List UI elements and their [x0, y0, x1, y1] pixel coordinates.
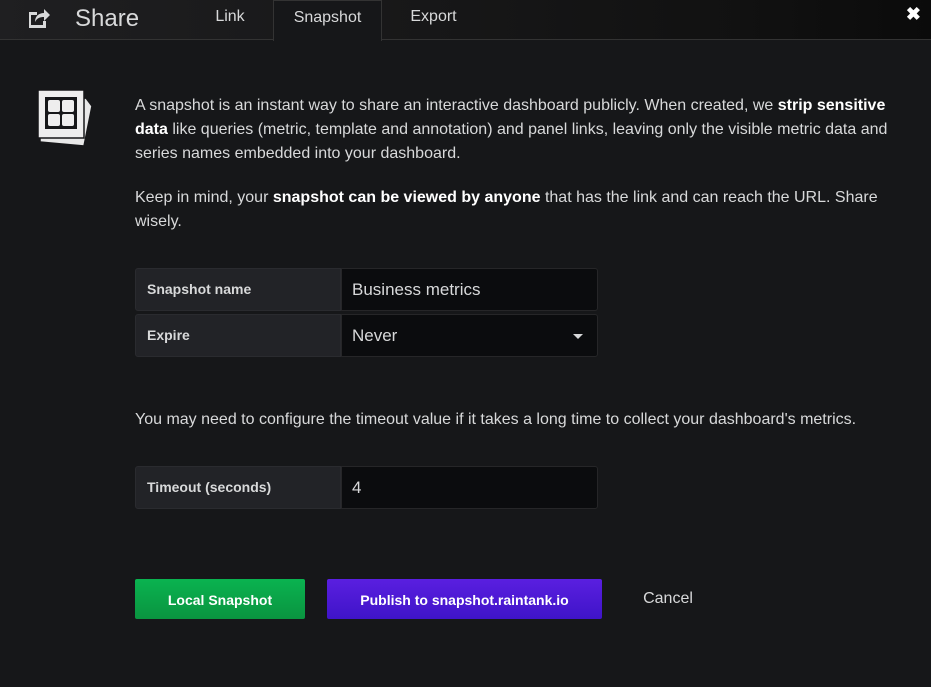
share-icon — [29, 9, 50, 28]
expire-label: Expire — [135, 314, 341, 357]
timeout-row: Timeout (seconds) 4 — [135, 466, 598, 509]
timeout-note: You may need to configure the timeout va… — [135, 411, 857, 428]
cancel-button[interactable]: Cancel — [625, 579, 711, 619]
warning-bold: snapshot can be viewed by anyone — [272, 189, 541, 206]
expire-value: Never — [352, 326, 398, 345]
tab-link[interactable]: Link — [186, 0, 274, 40]
snapshot-name-row: Snapshot name Business metrics — [135, 268, 598, 311]
tab-export[interactable]: Export — [381, 0, 486, 40]
snapshot-name-label: Snapshot name — [135, 268, 341, 311]
tab-snapshot[interactable]: Snapshot — [273, 0, 382, 41]
modal-header: Share Link Snapshot Export ✖ — [0, 0, 931, 41]
snapshot-icon — [37, 89, 93, 147]
caret-down-icon — [573, 334, 583, 339]
local-snapshot-button[interactable]: Local Snapshot — [135, 579, 305, 619]
warning-paragraph: Keep in mind, your snapshot can be viewe… — [135, 186, 905, 234]
intro-paragraph: A snapshot is an instant way to share an… — [135, 94, 905, 166]
intro-text: A snapshot is an instant way to share an… — [135, 97, 778, 114]
timeout-label: Timeout (seconds) — [135, 466, 341, 509]
timeout-input[interactable]: 4 — [341, 466, 598, 509]
close-icon[interactable]: ✖ — [906, 4, 921, 25]
warning-text: Keep in mind, your — [135, 189, 273, 206]
intro-text-2: like queries (metric, template and annot… — [135, 121, 888, 162]
snapshot-name-input[interactable]: Business metrics — [341, 268, 598, 311]
expire-row: Expire Never — [135, 314, 598, 357]
publish-button[interactable]: Publish to snapshot.raintank.io — [327, 579, 602, 619]
expire-select[interactable]: Never — [341, 314, 598, 357]
modal-title: Share — [75, 5, 140, 32]
